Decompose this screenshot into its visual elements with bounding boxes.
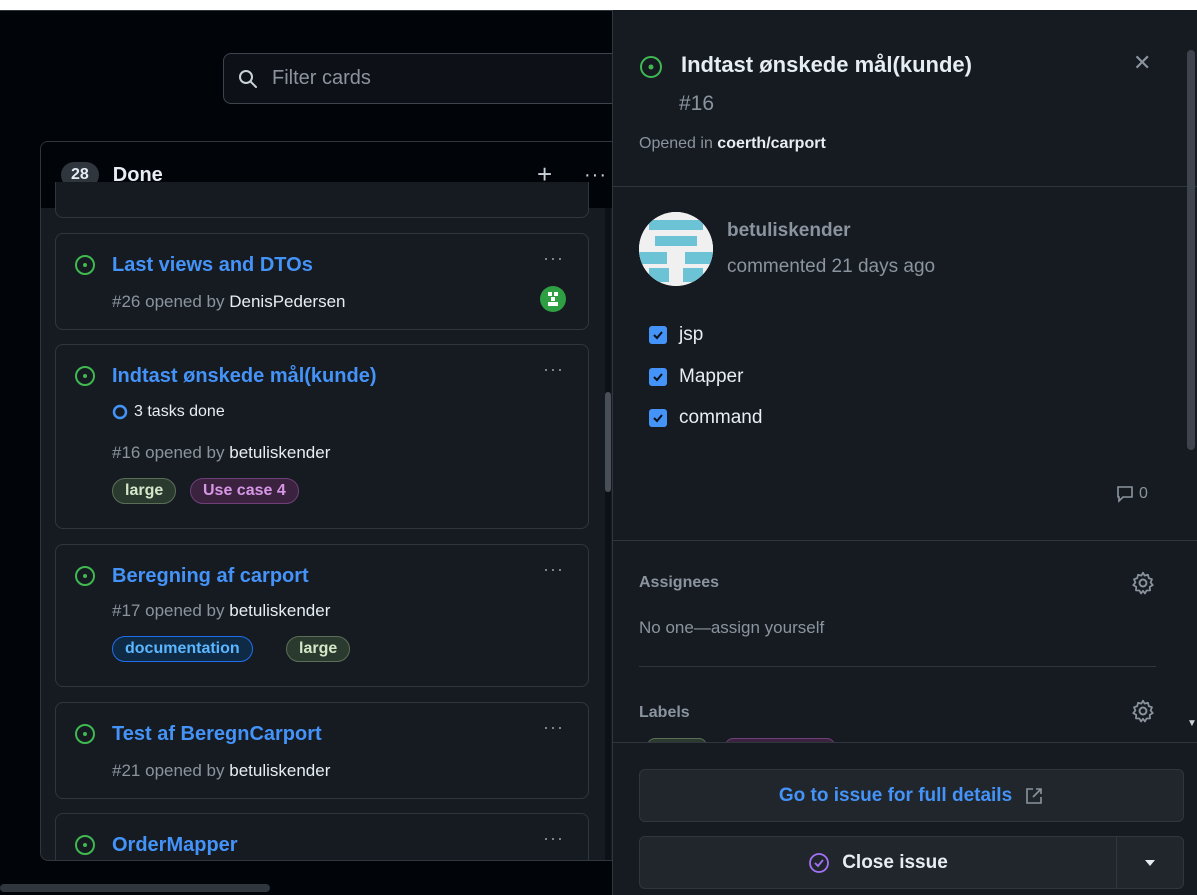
card-title[interactable]: Beregning af carport bbox=[112, 565, 309, 588]
card-partial[interactable] bbox=[55, 182, 589, 218]
issue-opened-icon bbox=[75, 255, 95, 275]
card-number: #17 bbox=[112, 601, 141, 620]
card-author: betuliskender bbox=[229, 601, 331, 620]
go-to-issue-button[interactable]: Go to issue for full details bbox=[639, 769, 1184, 822]
close-issue-button[interactable]: Close issue bbox=[639, 836, 1117, 889]
card-title[interactable]: Test af BeregnCarport bbox=[112, 723, 322, 746]
assignees-value[interactable]: No one—assign yourself bbox=[639, 618, 824, 638]
issue-closed-icon bbox=[809, 852, 830, 873]
filter-placeholder: Filter cards bbox=[272, 67, 371, 89]
card-meta: #17 opened by betuliskender bbox=[112, 601, 330, 621]
scroll-down-arrow-icon[interactable]: ▼ bbox=[1187, 718, 1197, 729]
checkbox-checked-icon[interactable] bbox=[649, 368, 667, 386]
label-documentation[interactable]: documentation bbox=[112, 636, 253, 662]
close-icon[interactable]: ✕ bbox=[1133, 50, 1151, 76]
search-icon bbox=[239, 69, 257, 88]
checkbox-checked-icon[interactable] bbox=[649, 409, 667, 427]
issue-opened-icon bbox=[75, 566, 95, 586]
card-menu-icon[interactable]: ··· bbox=[543, 717, 564, 738]
panel-footer: Go to issue for full details Close issue bbox=[613, 742, 1197, 895]
issue-opened-icon bbox=[75, 724, 95, 744]
card-number: #16 bbox=[112, 443, 141, 462]
divider bbox=[613, 540, 1197, 541]
card-author: betuliskender bbox=[229, 443, 331, 462]
card-item[interactable]: Last views and DTOs ··· #26 opened by De… bbox=[55, 233, 589, 330]
go-to-issue-label: Go to issue for full details bbox=[778, 784, 1013, 806]
issue-opened-icon bbox=[75, 835, 95, 855]
top-divider bbox=[0, 10, 612, 11]
card-menu-icon[interactable]: ··· bbox=[543, 559, 564, 580]
label-large[interactable]: large bbox=[112, 478, 177, 504]
card-opened-by: opened by bbox=[145, 443, 225, 462]
card-item[interactable]: Test af BeregnCarport ··· #21 opened by … bbox=[55, 702, 589, 799]
horizontal-scrollbar[interactable] bbox=[0, 884, 270, 892]
tasks-progress: 3 tasks done bbox=[112, 403, 225, 421]
assignees-heading: Assignees bbox=[639, 574, 720, 591]
link-external-icon bbox=[1026, 787, 1042, 804]
card-meta: #26 opened by DenisPedersen bbox=[112, 292, 346, 312]
close-issue-label: Close issue bbox=[842, 851, 948, 873]
card-author: betuliskender bbox=[229, 761, 331, 780]
task-label: jsp bbox=[679, 324, 704, 345]
checkbox-checked-icon[interactable] bbox=[649, 326, 667, 344]
column-scrollbar-track[interactable] bbox=[605, 208, 611, 860]
task-item[interactable]: Mapper bbox=[649, 366, 743, 388]
gear-icon[interactable] bbox=[1130, 698, 1156, 724]
card-title[interactable]: Last views and DTOs bbox=[112, 254, 313, 277]
divider bbox=[639, 666, 1156, 667]
comment-count-value: 0 bbox=[1139, 485, 1148, 502]
task-label: Mapper bbox=[679, 366, 744, 387]
comment-count[interactable]: 0 bbox=[1115, 484, 1148, 504]
top-edge bbox=[0, 0, 1197, 10]
comment-time: commented 21 days ago bbox=[727, 256, 936, 277]
task-label: command bbox=[679, 407, 763, 428]
card-item[interactable]: Beregning af carport ··· #17 opened by b… bbox=[55, 544, 589, 687]
card-title[interactable]: Indtast ønskede mål(kunde) bbox=[112, 365, 377, 388]
panel-scrollbar-thumb[interactable] bbox=[1187, 50, 1195, 450]
opened-in: Opened in coerth/carport bbox=[639, 135, 826, 153]
triangle-down-icon bbox=[1145, 859, 1155, 866]
card-opened-by: opened by bbox=[145, 292, 225, 311]
card-meta: #21 opened by betuliskender bbox=[112, 761, 330, 781]
task-item[interactable]: command bbox=[649, 407, 762, 429]
issue-number: #16 bbox=[679, 92, 715, 115]
progress-circle-icon bbox=[112, 404, 128, 420]
opened-in-text: Opened in bbox=[639, 135, 713, 152]
comment-icon bbox=[1117, 486, 1133, 503]
card-item[interactable]: Indtast ønskede mål(kunde) ··· 3 tasks d… bbox=[55, 344, 589, 529]
card-number: #26 bbox=[112, 292, 141, 311]
done-column: 28 Done + ··· Last views and DTOs ··· #2… bbox=[40, 141, 640, 861]
card-author: DenisPedersen bbox=[229, 292, 346, 311]
gear-icon[interactable] bbox=[1130, 570, 1156, 596]
issue-opened-icon bbox=[640, 56, 662, 78]
card-item[interactable]: OrderMapper ··· bbox=[55, 813, 589, 860]
tasks-done-text: 3 tasks done bbox=[134, 403, 225, 420]
filter-cards-input[interactable]: Filter cards bbox=[223, 53, 623, 104]
divider bbox=[613, 186, 1197, 187]
card-title[interactable]: OrderMapper bbox=[112, 834, 238, 857]
card-menu-icon[interactable]: ··· bbox=[543, 828, 564, 849]
avatar[interactable] bbox=[639, 212, 713, 286]
card-menu-icon[interactable]: ··· bbox=[543, 248, 564, 269]
close-issue-dropdown[interactable] bbox=[1116, 836, 1184, 889]
issue-opened-icon bbox=[75, 366, 95, 386]
card-opened-by: opened by bbox=[145, 601, 225, 620]
avatar[interactable] bbox=[540, 286, 566, 312]
card-opened-by: opened by bbox=[145, 761, 225, 780]
comment-author[interactable]: betuliskender bbox=[727, 220, 851, 242]
label-use-case[interactable]: Use case 4 bbox=[190, 478, 299, 504]
labels-heading: Labels bbox=[639, 704, 690, 721]
task-item[interactable]: jsp bbox=[649, 324, 703, 346]
issue-title: Indtast ønskede mål(kunde) bbox=[681, 52, 972, 77]
column-scrollbar-thumb[interactable] bbox=[605, 392, 611, 492]
card-meta: #16 opened by betuliskender bbox=[112, 443, 330, 463]
repo-link[interactable]: coerth/carport bbox=[717, 135, 825, 152]
card-menu-icon[interactable]: ··· bbox=[543, 359, 564, 380]
card-number: #21 bbox=[112, 761, 141, 780]
label-large[interactable]: large bbox=[286, 636, 351, 662]
issue-side-panel: Indtast ønskede mål(kunde) ✕ #16 Opened … bbox=[612, 10, 1197, 895]
